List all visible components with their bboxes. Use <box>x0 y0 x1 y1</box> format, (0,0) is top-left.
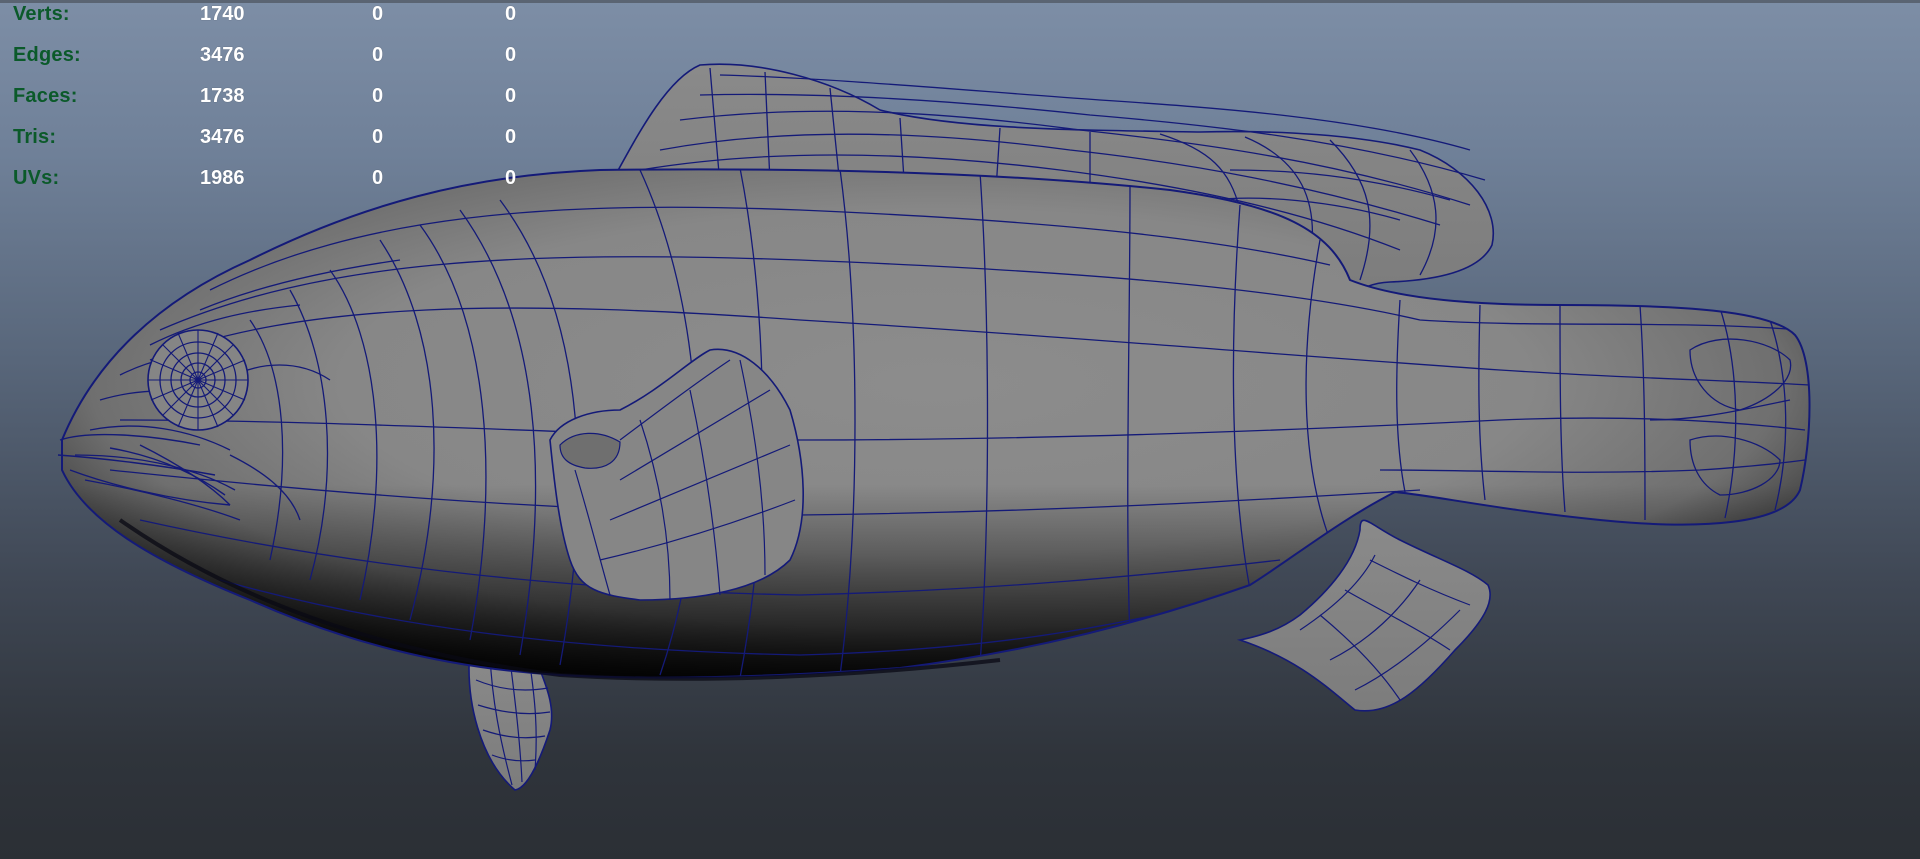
hud-value-selected: 0 <box>372 167 384 189</box>
eye <box>147 329 249 431</box>
heads-up-display-poly-count: Verts: 1740 0 0 Edges: 3476 0 0 Faces: 1… <box>0 0 560 200</box>
hud-value-object: 3476 <box>200 126 245 148</box>
hud-row-edges: Edges: 3476 0 0 <box>0 44 560 74</box>
hud-value-components: 0 <box>505 3 517 25</box>
hud-value-object: 3476 <box>200 44 245 66</box>
hud-value-selected: 0 <box>372 44 384 66</box>
hud-row-faces: Faces: 1738 0 0 <box>0 85 560 115</box>
hud-label: Verts: <box>13 3 70 25</box>
hud-row-uvs: UVs: 1986 0 0 <box>0 167 560 197</box>
hud-value-selected: 0 <box>372 85 384 107</box>
hud-row-tris: Tris: 3476 0 0 <box>0 126 560 156</box>
hud-value-components: 0 <box>505 44 517 66</box>
hud-label: Tris: <box>13 126 57 148</box>
hud-value-components: 0 <box>505 167 517 189</box>
hud-value-object: 1740 <box>200 3 245 25</box>
hud-label: Edges: <box>13 44 81 66</box>
hud-value-object: 1986 <box>200 167 245 189</box>
hud-value-object: 1738 <box>200 85 245 107</box>
fish-body <box>61 168 1811 681</box>
hud-label: Faces: <box>13 85 78 107</box>
3d-viewport[interactable]: Verts: 1740 0 0 Edges: 3476 0 0 Faces: 1… <box>0 0 1920 859</box>
hud-row-verts: Verts: 1740 0 0 <box>0 3 560 33</box>
hud-value-components: 0 <box>505 85 517 107</box>
hud-value-selected: 0 <box>372 126 384 148</box>
hud-label: UVs: <box>13 167 60 189</box>
hud-value-selected: 0 <box>372 3 384 25</box>
hud-value-components: 0 <box>505 126 517 148</box>
